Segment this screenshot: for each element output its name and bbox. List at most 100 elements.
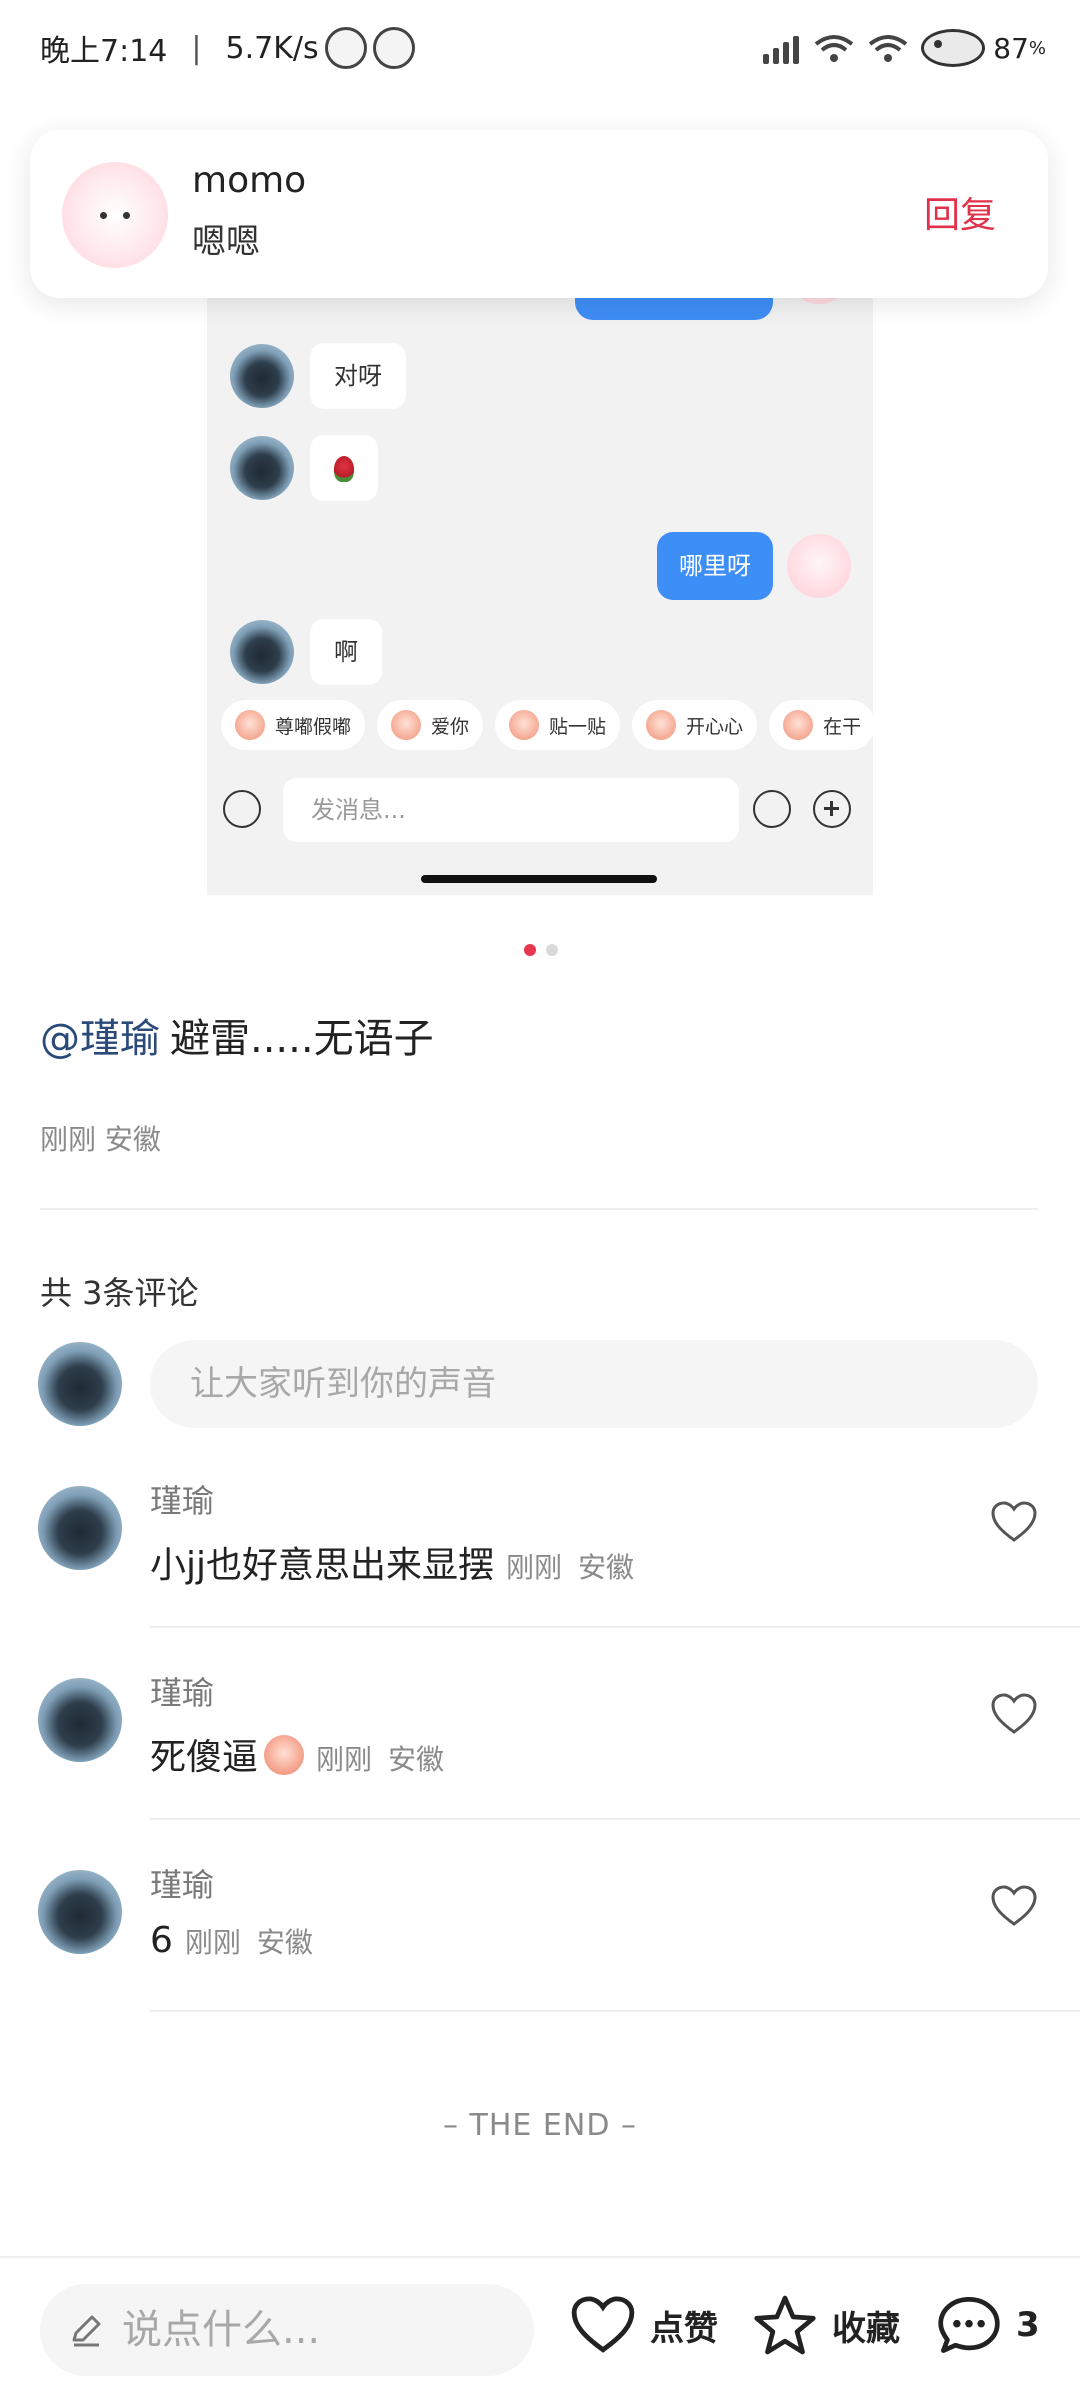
cellular-signal-icon: [763, 32, 800, 64]
post-location: 安徽: [104, 1123, 161, 1156]
quick-reply-chip: 尊嘟假嘟: [221, 700, 366, 750]
comment-text: 小jj也好意思出来显摆: [150, 1545, 495, 1586]
chat-compose-bar: 发消息...: [207, 770, 873, 850]
battery-level: 87: [993, 31, 1029, 65]
status-separator: |: [191, 30, 202, 66]
chat-row-2: [230, 435, 378, 501]
battery-icon: [921, 29, 986, 67]
collect-button[interactable]: 收藏: [752, 2294, 900, 2356]
heart-icon[interactable]: [990, 1692, 1038, 1736]
battery-percent-sign: %: [1028, 37, 1046, 59]
bottom-action-bar: 说点什么... 点赞 收藏 3: [0, 2256, 1080, 2400]
comment-item: 瑾瑜 6 刚刚 安徽: [0, 1860, 1080, 2052]
heart-icon[interactable]: [990, 1884, 1038, 1928]
notification-sender: momo: [192, 160, 307, 201]
commenter-avatar[interactable]: [38, 1678, 122, 1762]
chat-row-1: 对呀: [230, 343, 406, 409]
comment-count-label: 共 3条评论: [40, 1274, 199, 1312]
comment-bubble-icon: [938, 2297, 1000, 2353]
comment-time: 刚刚: [184, 1926, 241, 1959]
avatar-face: [92, 208, 138, 234]
comment-text: 死傻逼: [150, 1737, 259, 1778]
comment-time: 刚刚: [316, 1743, 373, 1776]
comment-text: 6: [150, 1920, 173, 1961]
comment-body: 6 刚刚 安徽: [150, 1920, 313, 1961]
bottom-input-placeholder: 说点什么...: [122, 2307, 321, 2353]
quick-reply-chip: 开心心: [632, 700, 758, 750]
chat-bubble-left: 对呀: [310, 343, 406, 409]
sticker-icon: [783, 710, 814, 740]
emoji-icon: [753, 790, 791, 828]
wifi-icon: [815, 35, 854, 62]
commenter-avatar[interactable]: [38, 1486, 122, 1570]
comment-button[interactable]: 3: [936, 2294, 1040, 2356]
post-image-chat-screenshot[interactable]: 对呀 哪里呀 啊 尊嘟假嘟 爱你 贴一贴 开心心 在干 发消息...: [207, 240, 873, 895]
quick-reply-bar: 尊嘟假嘟 爱你 贴一贴 开心心 在干: [221, 700, 873, 750]
comment-divider: [150, 2010, 1080, 2012]
home-indicator: [421, 875, 657, 883]
sticker-icon: [646, 710, 677, 740]
message-notification[interactable]: momo 嗯嗯 回复: [30, 130, 1048, 298]
quick-reply-chip: 贴一贴: [495, 700, 621, 750]
carousel-dot: [546, 944, 558, 956]
post-mention-link[interactable]: @瑾瑜: [40, 1016, 160, 1062]
bottom-comment-input[interactable]: 说点什么...: [40, 2284, 534, 2376]
post-text: @瑾瑜 避雷.....无语子: [40, 1006, 434, 1064]
peach-sticker-icon: [264, 1735, 305, 1775]
end-label: – THE END –: [443, 2108, 637, 2143]
chat-avatar-penguin: [230, 620, 294, 684]
commenter-avatar[interactable]: [38, 1870, 122, 1954]
carousel-dot-active: [524, 944, 536, 956]
chat-row-4: 啊: [230, 619, 382, 685]
comment-body: 死傻逼 刚刚 安徽: [150, 1728, 444, 1780]
sticker-icon: [235, 710, 265, 740]
comment-location: 安徽: [388, 1743, 445, 1776]
quick-reply-chip: 在干: [769, 700, 873, 750]
status-bar: 晚上7:14 | 5.7K/s 87%: [0, 0, 1080, 96]
heart-icon[interactable]: [990, 1500, 1038, 1544]
plus-icon: [813, 790, 851, 828]
comment-item: 瑾瑜 小jj也好意思出来显摆 刚刚 安徽: [0, 1476, 1080, 1668]
star-icon: [754, 2295, 816, 2355]
chat-input-placeholder: 发消息...: [283, 778, 739, 842]
pencil-icon: [72, 2315, 101, 2347]
rose-emoji-icon: [334, 456, 354, 482]
sticker-icon: [391, 710, 422, 740]
commenter-name[interactable]: 瑾瑜: [150, 1476, 214, 1522]
my-avatar: [38, 1342, 122, 1426]
notification-avatar: [62, 162, 168, 268]
alarm-clock-icon: [372, 27, 415, 69]
status-net-speed: 5.7K/s: [225, 30, 319, 66]
notification-reply-button[interactable]: 回复: [924, 186, 996, 238]
comment-body: 小jj也好意思出来显摆 刚刚 安徽: [150, 1536, 634, 1588]
post-time: 刚刚: [40, 1123, 97, 1156]
chat-avatar-penguin: [230, 344, 294, 408]
comment-divider: [150, 1626, 1080, 1628]
collect-label: 收藏: [832, 2308, 900, 2349]
comment-location: 安徽: [578, 1551, 635, 1584]
status-time: 晚上7:14: [40, 34, 168, 69]
comment-time: 刚刚: [506, 1551, 563, 1584]
comment-location: 安徽: [256, 1926, 313, 1959]
comment-count: 3: [1016, 2305, 1040, 2345]
wifi-secondary-icon: [869, 35, 908, 62]
chat-bubble-right: 哪里呀: [657, 532, 773, 600]
carousel-indicator: [524, 944, 558, 956]
commenter-name[interactable]: 瑾瑜: [150, 1668, 214, 1714]
like-button[interactable]: 点赞: [570, 2294, 718, 2356]
chat-avatar-penguin: [230, 436, 294, 500]
chat-bubble-left: 啊: [310, 619, 382, 685]
commenter-name[interactable]: 瑾瑜: [150, 1860, 214, 1906]
comment-input[interactable]: 让大家听到你的声音: [150, 1340, 1038, 1428]
divider: [40, 1208, 1038, 1210]
chat-bubble-left-rose: [310, 435, 378, 501]
cat-sticker-icon: [324, 27, 367, 69]
heart-icon: [571, 2296, 635, 2353]
comment-item: 瑾瑜 死傻逼 刚刚 安徽: [0, 1668, 1080, 1860]
sticker-icon: [509, 710, 540, 740]
comment-divider: [150, 1818, 1080, 1820]
voice-icon: [223, 790, 261, 828]
like-label: 点赞: [650, 2308, 718, 2349]
quick-reply-chip: 爱你: [377, 700, 484, 750]
post-body: 避雷.....无语子: [170, 1016, 434, 1062]
